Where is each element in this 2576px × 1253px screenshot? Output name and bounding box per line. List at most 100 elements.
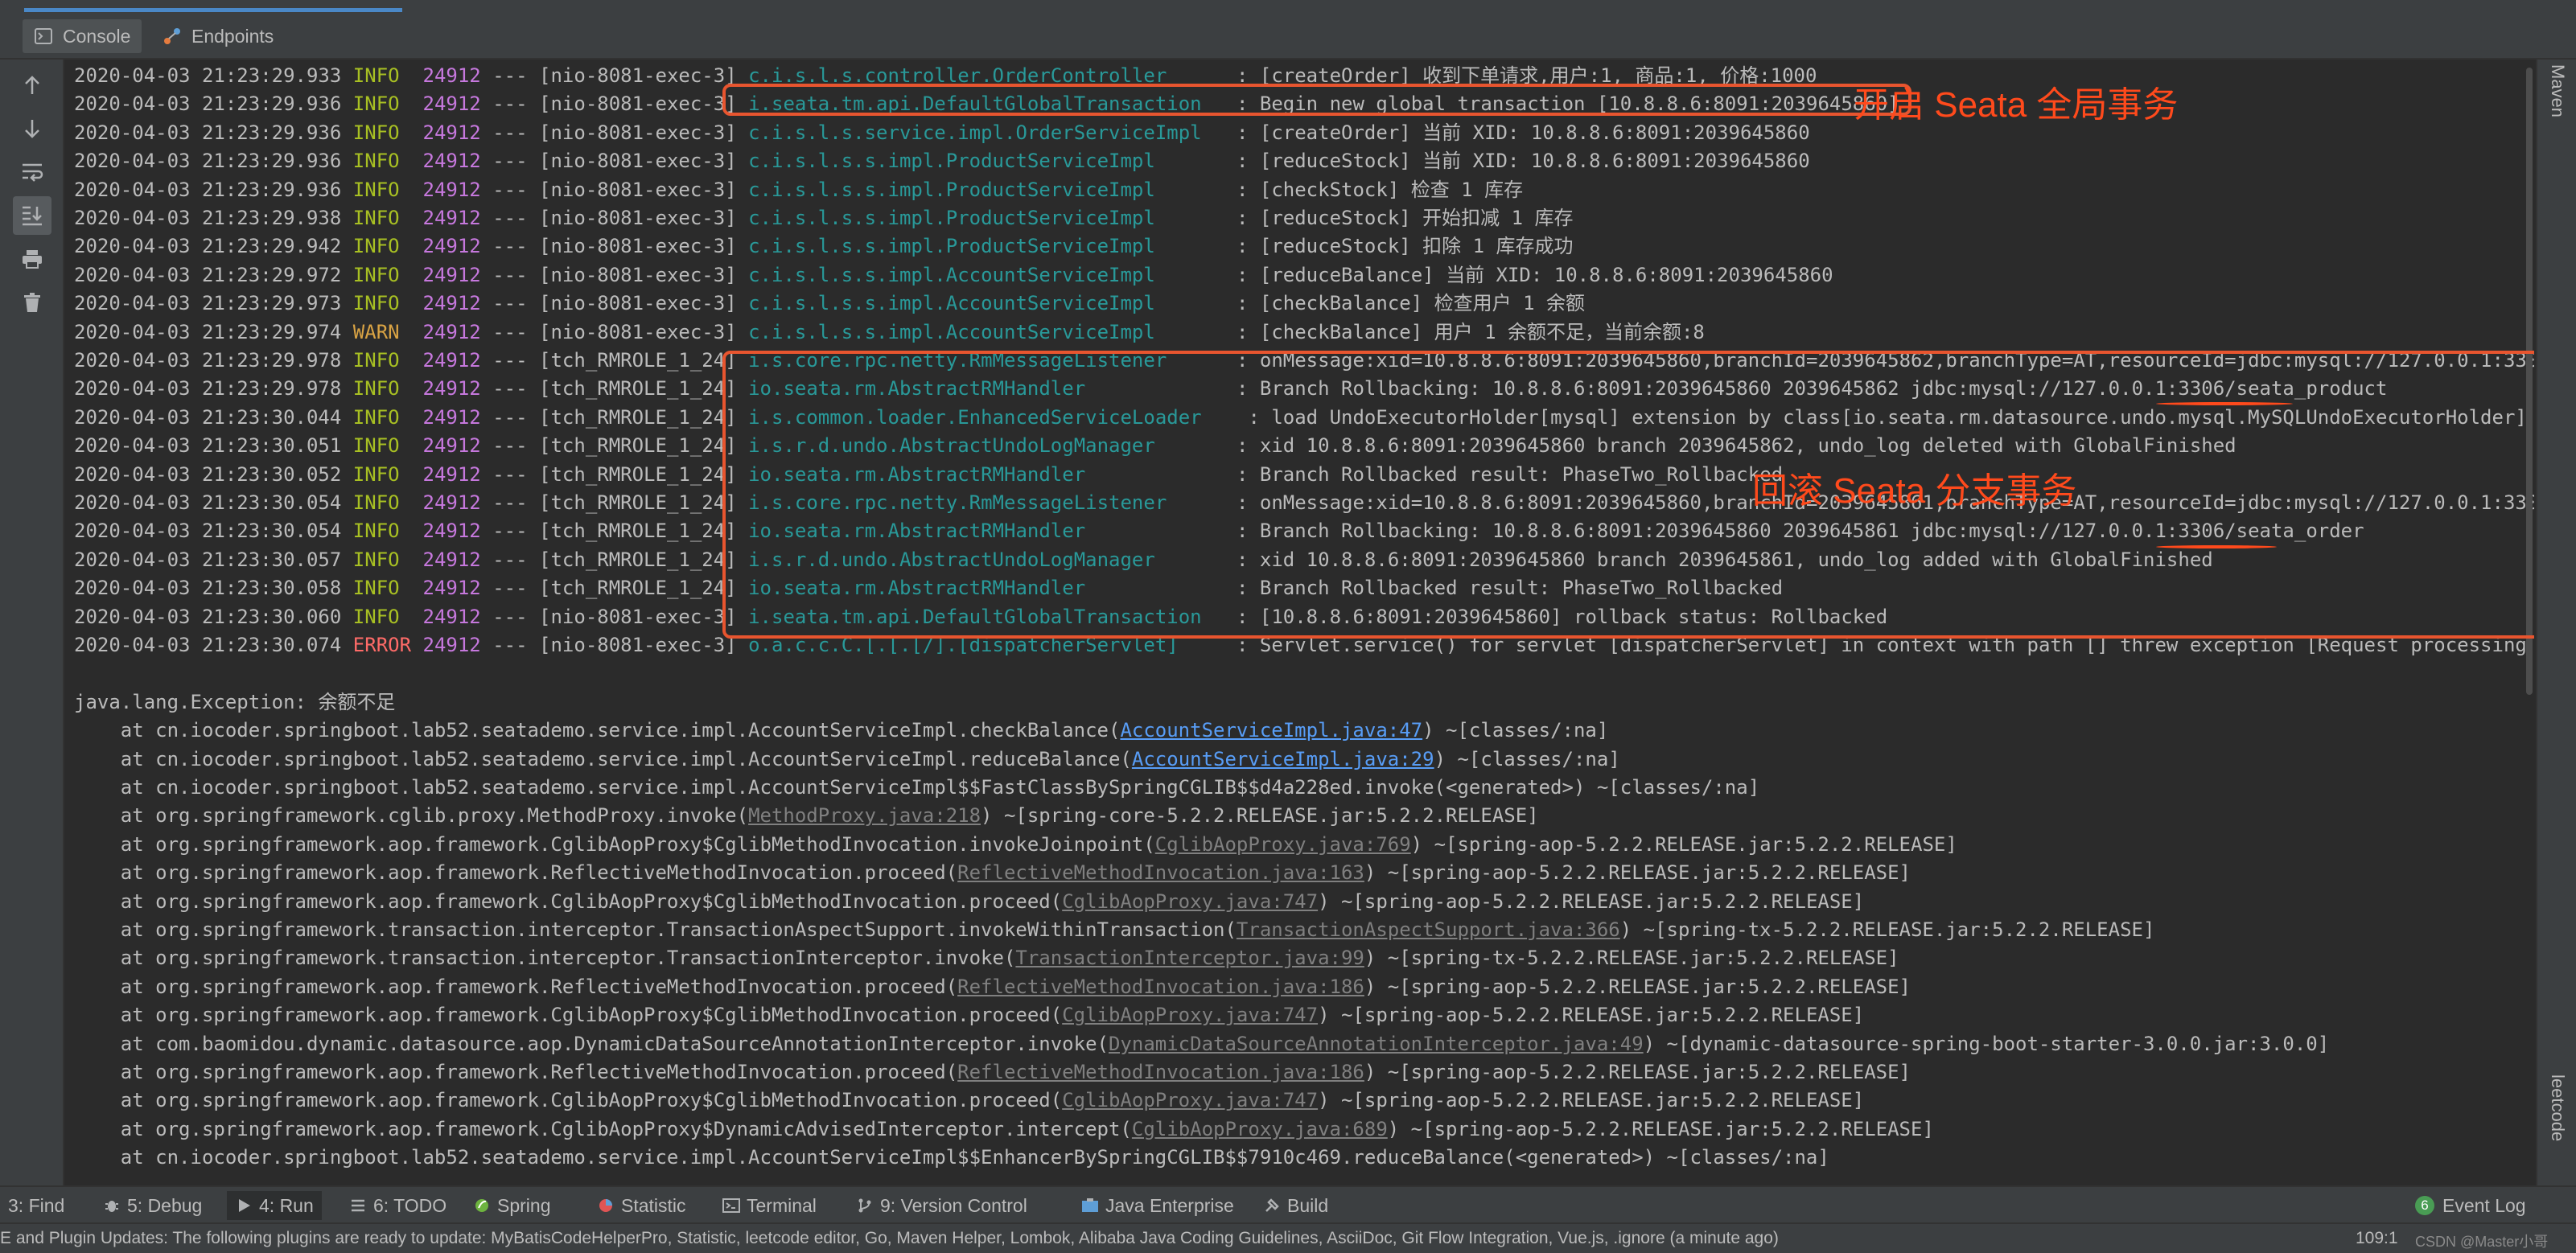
maven-tool-tab[interactable]: Maven	[2547, 64, 2568, 117]
source-link[interactable]: AccountServiceImpl.java:29	[1132, 748, 1434, 770]
stack-frame[interactable]: at org.springframework.aop.framework.Ref…	[74, 1058, 1911, 1087]
tab-endpoints[interactable]: Endpoints	[151, 19, 285, 53]
stack-frame[interactable]: at cn.iocoder.springboot.lab52.seatademo…	[74, 1143, 1829, 1172]
terminal-icon	[722, 1197, 740, 1214]
bottom-tab-todo[interactable]: 6: TODO	[341, 1191, 455, 1220]
log-thread: [nio-8081-exec-3]	[539, 634, 737, 656]
log-timestamp: 2020-04-03 21:23:29.978	[74, 377, 342, 401]
debug-icon	[103, 1197, 121, 1214]
stack-frame-method: at org.springframework.aop.framework.Cgl…	[74, 889, 1063, 913]
log-line[interactable]: 2020-04-03 21:23:29.936 INFO 24912 --- […	[74, 175, 1523, 204]
log-line[interactable]: 2020-04-03 21:23:29.973 INFO 24912 --- […	[74, 289, 1585, 318]
log-separator: ---	[492, 178, 528, 201]
stack-frame[interactable]: at com.baomidou.dynamic.datasource.aop.D…	[74, 1029, 2329, 1058]
stack-frame[interactable]: at org.springframework.aop.framework.Cgl…	[74, 1086, 1864, 1115]
stack-frame[interactable]: at org.springframework.transaction.inter…	[74, 943, 1899, 972]
log-level: INFO	[352, 178, 400, 201]
log-level: INFO	[352, 292, 400, 315]
bottom-tab-terminal[interactable]: Terminal	[714, 1191, 825, 1220]
log-line[interactable]: 2020-04-03 21:23:29.938 INFO 24912 --- […	[74, 203, 1574, 232]
stack-frame[interactable]: at org.springframework.transaction.inter…	[74, 915, 2155, 944]
print-button[interactable]	[13, 240, 51, 278]
scroll-down-button[interactable]	[13, 109, 51, 148]
stack-frame-jar: ) ~[spring-tx-5.2.2.RELEASE.jar:5.2.2.RE…	[1619, 918, 2155, 941]
log-line[interactable]: 2020-04-03 21:23:29.936 INFO 24912 --- […	[74, 118, 1810, 147]
log-message: : [reduceStock] 开始扣减 1 库存	[1236, 207, 1574, 229]
cursor-position[interactable]: 109:1	[2356, 1229, 2398, 1248]
log-line[interactable]: 2020-04-03 21:23:29.974 WARN 24912 --- […	[74, 318, 1705, 347]
leetcode-tool-tab[interactable]: leetcode	[2547, 1074, 2568, 1141]
log-line[interactable]: 2020-04-03 21:23:29.942 INFO 24912 --- […	[74, 232, 1574, 261]
source-link[interactable]: CglibAopProxy.java:747	[1062, 1004, 1318, 1026]
log-timestamp: 2020-04-03 21:23:30.044	[74, 405, 342, 429]
stack-frame-jar: ) ~[spring-aop-5.2.2.RELEASE.jar:5.2.2.R…	[1387, 1117, 1934, 1140]
bottom-tab-statistic[interactable]: Statistic	[589, 1191, 694, 1220]
log-pid: 24912	[422, 150, 481, 173]
stack-frame[interactable]: at org.springframework.aop.framework.Ref…	[74, 972, 1911, 1001]
stack-frame-jar: ) ~[spring-tx-5.2.2.RELEASE.jar:5.2.2.RE…	[1364, 947, 1899, 970]
statistic-icon	[597, 1197, 615, 1214]
log-line[interactable]: 2020-04-03 21:23:29.936 INFO 24912 --- […	[74, 146, 1810, 175]
scroll-up-button[interactable]	[13, 66, 51, 105]
log-timestamp: 2020-04-03 21:23:29.974	[74, 320, 342, 343]
stack-frame[interactable]: at cn.iocoder.springboot.lab52.seatademo…	[74, 716, 1609, 745]
stack-frame[interactable]: at cn.iocoder.springboot.lab52.seatademo…	[74, 745, 1620, 774]
status-message[interactable]: E and Plugin Updates: The following plug…	[0, 1229, 1779, 1248]
source-link[interactable]: AccountServiceImpl.java:47	[1120, 719, 1422, 742]
log-line[interactable]: 2020-04-03 21:23:29.972 INFO 24912 --- […	[74, 261, 1833, 290]
log-pid: 24912	[422, 634, 481, 656]
log-thread: [tch_RMROLE_1_24]	[539, 434, 737, 458]
stack-frame[interactable]: at org.springframework.aop.framework.Cgl…	[74, 1000, 1864, 1029]
source-link[interactable]: DynamicDataSourceAnnotationInterceptor.j…	[1109, 1033, 1644, 1055]
stack-frame[interactable]: at org.springframework.aop.framework.Cgl…	[74, 887, 1864, 916]
log-pid: 24912	[422, 349, 481, 372]
bottom-tab-spring[interactable]: Spring	[465, 1191, 558, 1220]
bottom-tab-build[interactable]: Build	[1255, 1191, 1336, 1220]
console-output[interactable]: 2020-04-03 21:23:29.933 INFO 24912 --- […	[66, 60, 2534, 1185]
event-log-button[interactable]: 6 Event Log	[2407, 1191, 2534, 1220]
source-link[interactable]: ReflectiveMethodInvocation.java:163	[957, 861, 1364, 884]
stack-frame-jar: ) ~[dynamic-datasource-spring-boot-start…	[1643, 1032, 2330, 1055]
log-separator: ---	[492, 434, 528, 458]
log-pid: 24912	[422, 605, 481, 628]
source-link[interactable]: ReflectiveMethodInvocation.java:186	[957, 976, 1364, 998]
clear-all-button[interactable]	[13, 283, 51, 322]
log-thread: [nio-8081-exec-3]	[539, 263, 737, 286]
stack-frame[interactable]: at org.springframework.aop.framework.Cgl…	[74, 1115, 1934, 1144]
stack-frame[interactable]: at org.springframework.aop.framework.Ref…	[74, 858, 1911, 887]
bottom-tab-find[interactable]: 3: Find	[0, 1191, 72, 1220]
log-logger: c.i.s.l.s.s.impl.ProductServiceImpl	[748, 150, 1225, 173]
stack-frame[interactable]: at cn.iocoder.springboot.lab52.seatademo…	[74, 773, 1759, 802]
source-link[interactable]: CglibAopProxy.java:769	[1155, 833, 1411, 856]
stack-frame[interactable]: at org.springframework.cglib.proxy.Metho…	[74, 801, 1539, 830]
bottom-tab-debug[interactable]: 5: Debug	[95, 1191, 210, 1220]
bottom-tab-run[interactable]: 4: Run	[227, 1191, 322, 1220]
stack-frame-method: at com.baomidou.dynamic.datasource.aop.D…	[74, 1032, 1109, 1055]
soft-wrap-button[interactable]	[13, 153, 51, 191]
todo-icon	[349, 1197, 367, 1214]
log-level: INFO	[352, 577, 400, 600]
tab-console[interactable]: Console	[23, 19, 142, 53]
stack-frame-method: at org.springframework.transaction.inter…	[74, 947, 1016, 970]
scroll-up-icon	[25, 76, 39, 94]
scroll-to-end-button[interactable]	[13, 196, 51, 235]
bottom-tab-java-enterprise[interactable]: Java Enterprise	[1073, 1191, 1242, 1220]
log-level: INFO	[352, 491, 400, 514]
source-link[interactable]: CglibAopProxy.java:747	[1062, 890, 1318, 913]
source-link[interactable]: TransactionAspectSupport.java:366	[1237, 918, 1620, 941]
bottom-tab-version-control[interactable]: 9: Version Control	[848, 1191, 1035, 1220]
window-top-strip	[0, 0, 2576, 13]
log-thread: [nio-8081-exec-3]	[539, 320, 737, 343]
source-link[interactable]: CglibAopProxy.java:747	[1062, 1089, 1318, 1111]
log-pid: 24912	[422, 92, 481, 116]
source-link[interactable]: CglibAopProxy.java:689	[1132, 1118, 1388, 1140]
source-link[interactable]: MethodProxy.java:218	[748, 804, 981, 827]
stack-frame[interactable]: at org.springframework.aop.framework.Cgl…	[74, 830, 1957, 859]
log-thread: [tch_RMROLE_1_24]	[539, 377, 737, 401]
stack-frame-method: at org.springframework.transaction.inter…	[74, 918, 1237, 941]
exception-header[interactable]: java.lang.Exception: 余额不足	[74, 688, 395, 717]
source-link[interactable]: ReflectiveMethodInvocation.java:186	[957, 1061, 1364, 1083]
log-thread: [tch_RMROLE_1_24]	[539, 405, 737, 429]
source-link[interactable]: TransactionInterceptor.java:99	[1015, 947, 1364, 969]
log-timestamp: 2020-04-03 21:23:29.978	[74, 349, 342, 372]
